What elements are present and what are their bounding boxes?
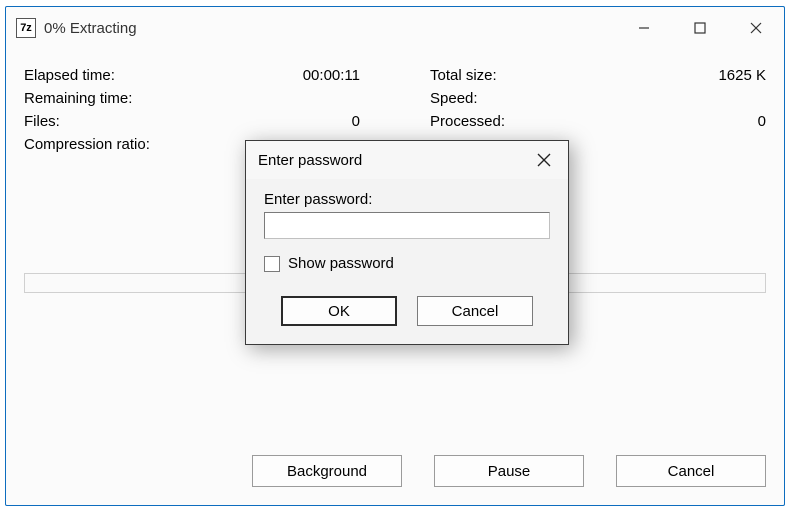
bottom-button-bar: Background Pause Cancel [252,455,766,487]
total-size-value: 1625 K [676,67,766,84]
files-label: Files: [24,113,270,130]
window-title: 0% Extracting [44,20,616,37]
minimize-button[interactable] [616,7,672,49]
cancel-button[interactable]: Cancel [616,455,766,487]
elapsed-time-value: 00:00:11 [270,67,360,84]
password-field-label: Enter password: [264,191,550,208]
compression-ratio-label: Compression ratio: [24,136,270,153]
show-password-checkbox[interactable] [264,256,280,272]
show-password-label: Show password [288,255,394,272]
remaining-time-value [270,90,360,107]
maximize-button[interactable] [672,7,728,49]
window-controls [616,7,784,49]
speed-value [676,90,766,107]
titlebar: 7z 0% Extracting [6,7,784,49]
password-dialog: Enter password Enter password: Show pass… [245,140,569,345]
show-password-row: Show password [264,255,550,272]
ok-button[interactable]: OK [281,296,397,326]
processed-label: Processed: [430,113,676,130]
dialog-title: Enter password [258,152,520,169]
background-button[interactable]: Background [252,455,402,487]
processed-value: 0 [676,113,766,130]
dialog-button-bar: OK Cancel [264,296,550,326]
pause-button[interactable]: Pause [434,455,584,487]
total-size-label: Total size: [430,67,676,84]
password-input[interactable] [264,212,550,239]
close-button[interactable] [728,7,784,49]
dialog-close-button[interactable] [520,141,568,179]
dialog-titlebar: Enter password [246,141,568,179]
speed-label: Speed: [430,90,676,107]
dialog-body: Enter password: Show password OK Cancel [246,179,568,344]
elapsed-time-label: Elapsed time: [24,67,270,84]
remaining-time-label: Remaining time: [24,90,270,107]
dialog-cancel-button[interactable]: Cancel [417,296,533,326]
files-value: 0 [270,113,360,130]
app-icon: 7z [16,18,36,38]
